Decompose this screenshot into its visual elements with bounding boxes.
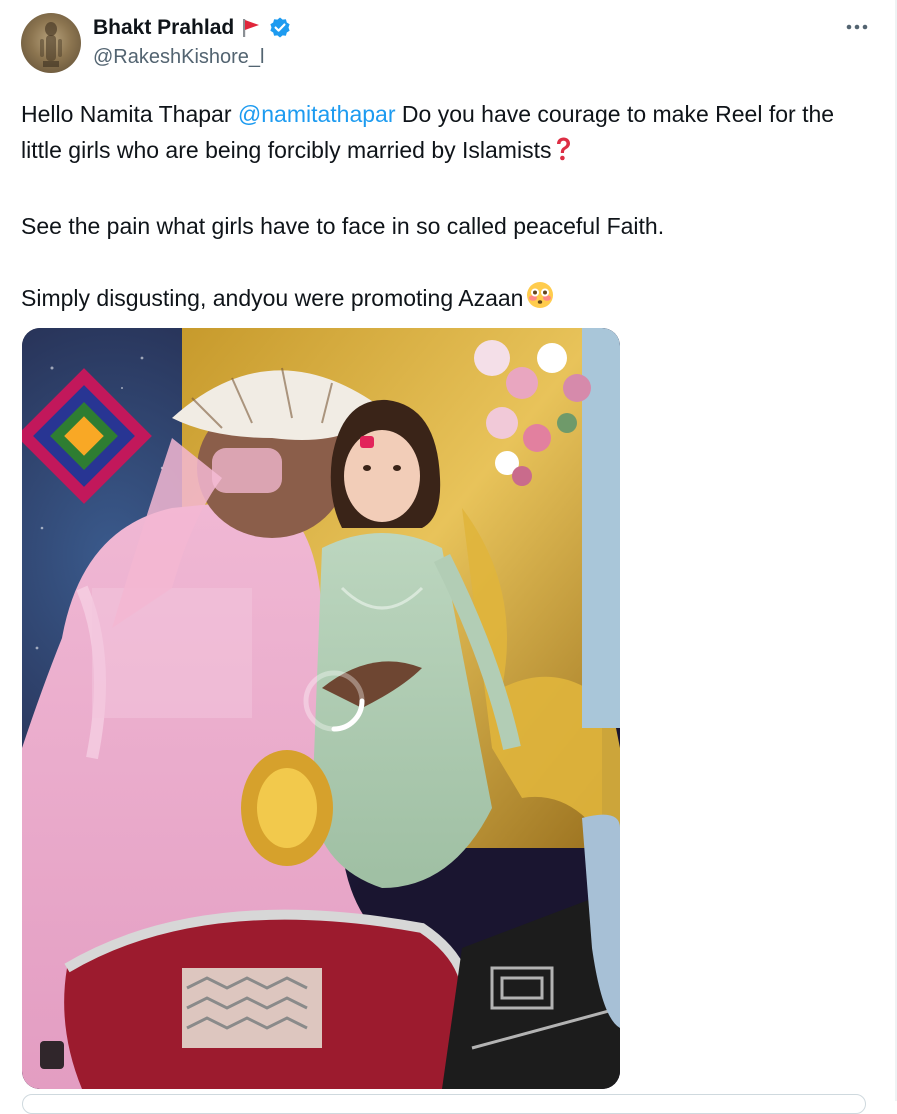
- loading-spinner-icon: [303, 670, 365, 732]
- more-options-button[interactable]: [838, 12, 876, 42]
- author-name-row: Bhakt Prahlad: [93, 14, 292, 42]
- tweet-paragraph-3: Simply disgusting, andyou were promoting…: [21, 280, 871, 320]
- tweet-paragraph-2: See the pain what girls have to face in …: [21, 213, 665, 239]
- more-horizontal-icon: [846, 24, 868, 30]
- author-display-name[interactable]: Bhakt Prahlad: [93, 16, 234, 40]
- avatar-figure-icon: [40, 22, 62, 67]
- tweet-paragraph-1: Hello Namita Thapar @namitathapar Do you…: [21, 96, 871, 172]
- author-handle[interactable]: @RakeshKishore_l: [93, 46, 265, 69]
- verified-badge-icon[interactable]: [268, 16, 292, 40]
- tweet-paragraph-3-text: Simply disgusting, andyou were promoting…: [21, 285, 524, 311]
- tweet-text-prefix: Hello Namita Thapar: [21, 101, 238, 127]
- red-question-mark-icon: [553, 136, 573, 172]
- flushed-face-icon: [525, 280, 555, 320]
- mention-link[interactable]: @namitathapar: [238, 101, 396, 127]
- tweet-media-video[interactable]: [22, 328, 620, 1089]
- red-flag-icon: [240, 17, 262, 39]
- author-avatar[interactable]: [21, 13, 81, 73]
- quoted-card-edge: [22, 1094, 866, 1114]
- tweet-text: Hello Namita Thapar @namitathapar Do you…: [21, 96, 871, 320]
